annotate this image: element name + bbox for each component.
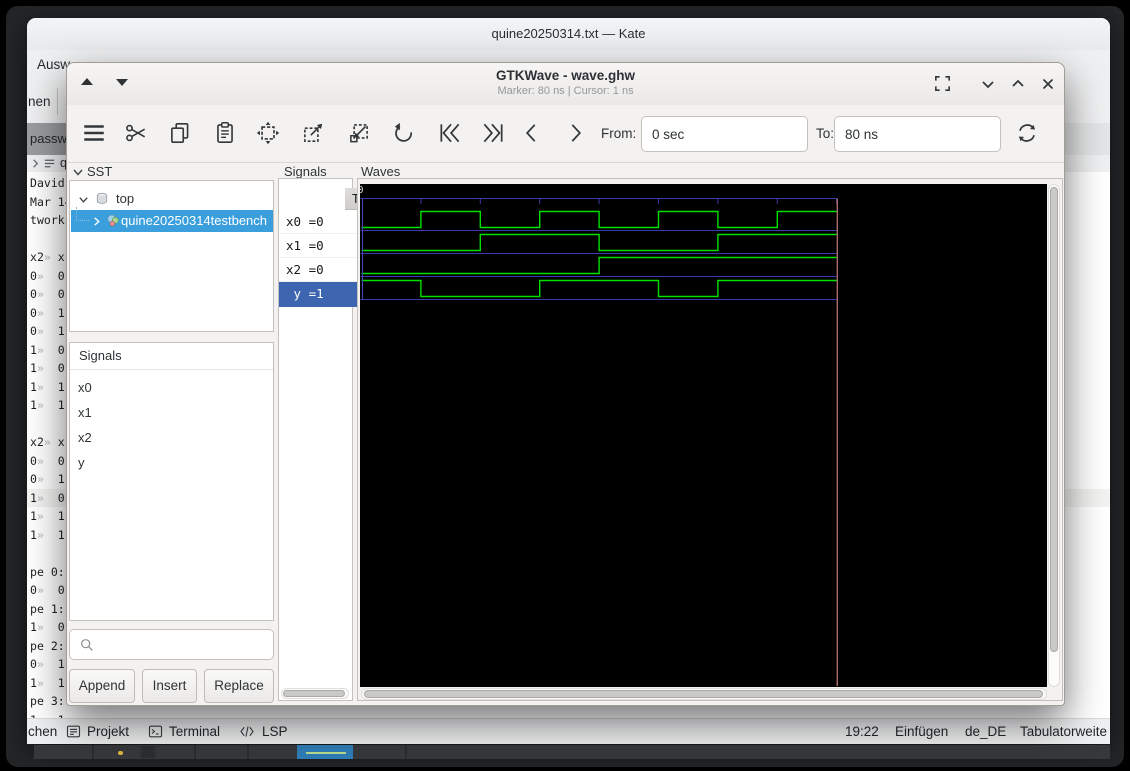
- signal-list-item[interactable]: x2: [70, 425, 273, 450]
- insert-button[interactable]: Insert: [142, 669, 197, 703]
- taskbar-button[interactable]: [141, 746, 155, 758]
- kate-titlebar[interactable]: quine20250314.txt — Kate: [27, 18, 1110, 51]
- undo-icon[interactable]: [391, 120, 417, 146]
- signal-list-item[interactable]: x1: [70, 400, 273, 425]
- tree-label-top: top: [116, 188, 134, 210]
- terminal-icon: [147, 723, 164, 740]
- module-globe-icon: [105, 213, 121, 229]
- tree-label-testbench: quine20250314testbench: [121, 210, 267, 232]
- signal-list-item[interactable]: x0: [70, 375, 273, 400]
- document-list-icon[interactable]: [43, 157, 56, 170]
- gtkwave-subtitle: Marker: 80 ns | Cursor: 1 ns: [67, 85, 1064, 97]
- values-hscrollbar-thumb[interactable]: [283, 690, 345, 697]
- kate-toolbar-separator: [57, 88, 58, 115]
- fullscreen-icon[interactable]: [933, 74, 952, 93]
- gtkwave-title: GTKWave - wave.ghw: [67, 68, 1064, 83]
- expander-right-icon[interactable]: [91, 216, 102, 227]
- search-icon: [79, 637, 95, 653]
- to-input[interactable]: [834, 116, 1001, 152]
- waves-vscrollbar-thumb[interactable]: [1050, 187, 1058, 652]
- waves-vscrollbar[interactable]: [1048, 184, 1060, 687]
- status-dictionary[interactable]: de_DE: [965, 719, 1006, 744]
- reload-icon[interactable]: [1014, 120, 1040, 146]
- from-input[interactable]: [641, 116, 808, 152]
- waves-hscrollbar[interactable]: [361, 688, 1047, 700]
- minimize-chevron-down-icon[interactable]: [980, 77, 996, 91]
- kate-toolbar-button-fragment[interactable]: nen: [28, 80, 51, 123]
- taskbar-separator: [247, 745, 249, 759]
- toolview-suchen-fragment[interactable]: chen: [28, 719, 57, 744]
- values-panel-label: Signals: [284, 164, 327, 179]
- status-insert-mode[interactable]: Einfügen: [895, 719, 948, 744]
- maximize-chevron-up-icon[interactable]: [1010, 77, 1026, 91]
- tree-row-top[interactable]: top: [71, 188, 272, 210]
- waves-canvas[interactable]: 0: [360, 184, 1047, 687]
- close-icon[interactable]: [1040, 76, 1056, 92]
- zoom-in-icon[interactable]: [346, 120, 372, 146]
- kate-window-title: quine20250314.txt — Kate: [492, 26, 646, 41]
- svg-text:0: 0: [360, 185, 364, 196]
- gtkwave-window: GTKWave - wave.ghw Marker: 80 ns | Curso…: [66, 62, 1065, 706]
- step-right-icon[interactable]: [562, 120, 588, 146]
- step-left-icon[interactable]: [519, 120, 545, 146]
- sst-label: SST: [87, 164, 112, 179]
- screenshot-root: quine20250314.txt — Kate Ausw nen passwo…: [0, 0, 1130, 771]
- append-button[interactable]: Append: [69, 669, 135, 703]
- toolview-terminal[interactable]: Terminal: [169, 719, 220, 744]
- replace-button[interactable]: Replace: [204, 669, 274, 703]
- taskbar-separator: [194, 745, 196, 759]
- go-to-end-icon[interactable]: [480, 120, 506, 146]
- from-label: From:: [601, 126, 636, 141]
- values-hscrollbar[interactable]: [281, 688, 349, 699]
- taskbar[interactable]: [34, 745, 1110, 759]
- taskbar-active-task[interactable]: [297, 745, 353, 759]
- taskbar-separator: [405, 745, 407, 759]
- taskbar-separator: [92, 745, 94, 759]
- zoom-out-icon[interactable]: [300, 120, 326, 146]
- status-tab-width[interactable]: Tabulatorweite: [1020, 719, 1107, 744]
- editor-line: 1» 1»: [27, 711, 1110, 719]
- kate-toolview-bar: chen Projekt Terminal LSP 19:22 Einfüg: [27, 718, 1110, 744]
- waves-panel-label: Waves: [361, 164, 400, 179]
- waves-hscrollbar-thumb[interactable]: [364, 690, 1043, 698]
- tree-row-testbench[interactable]: quine20250314testbench: [71, 210, 273, 232]
- chevron-right-icon[interactable]: [30, 158, 41, 169]
- status-cursor-position[interactable]: 19:22: [845, 719, 879, 744]
- go-to-start-icon[interactable]: [437, 120, 463, 146]
- sst-signals-header: Signals: [70, 343, 273, 370]
- paste-icon[interactable]: [212, 120, 238, 146]
- sst-expander-icon[interactable]: [72, 166, 84, 178]
- gtkwave-headerbar[interactable]: GTKWave - wave.ghw Marker: 80 ns | Curso…: [67, 63, 1064, 106]
- sst-signal-list: x0x1x2y: [70, 370, 273, 475]
- expander-down-icon[interactable]: [78, 194, 89, 205]
- toolview-projekt[interactable]: Projekt: [87, 719, 129, 744]
- toolview-lsp[interactable]: LSP: [262, 719, 288, 744]
- tree-guide-line: [76, 207, 89, 221]
- lsp-code-icon: [237, 723, 257, 740]
- copy-icon[interactable]: [167, 120, 193, 146]
- sst-tree-panel[interactable]: top quine20250314testbench: [69, 180, 274, 332]
- sst-signals-panel[interactable]: Signals x0x1x2y: [69, 342, 274, 621]
- signal-list-item[interactable]: y: [70, 450, 273, 475]
- taskbar-notification-dot: [118, 751, 123, 755]
- taskbar-active-underline: [306, 752, 346, 754]
- to-label: To:: [816, 126, 834, 141]
- menu-icon[interactable]: [81, 120, 107, 146]
- database-icon: [94, 191, 110, 207]
- cut-icon[interactable]: [123, 120, 149, 146]
- projekt-icon: [65, 723, 82, 740]
- zoom-fit-icon[interactable]: [255, 120, 281, 146]
- signal-search-field[interactable]: [69, 629, 274, 660]
